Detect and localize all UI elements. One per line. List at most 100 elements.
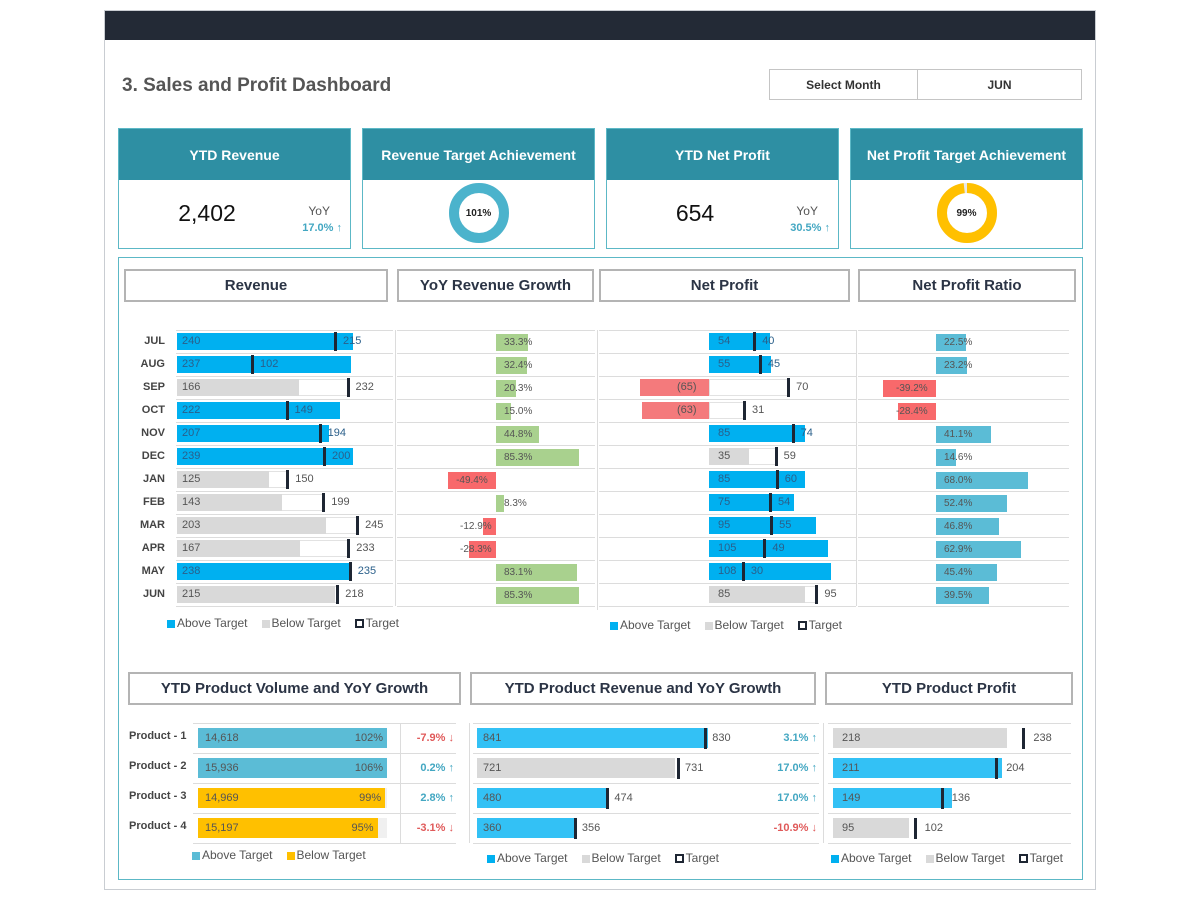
legend-above: Above Target	[192, 848, 273, 862]
row-separator	[176, 422, 393, 423]
revenue-target-marker	[348, 562, 352, 581]
net-profit-target-marker	[758, 355, 762, 374]
row-separator	[193, 843, 456, 844]
net-profit-target-value: 60	[784, 473, 798, 485]
net-profit-value: 85	[718, 427, 731, 439]
revenue-target-marker	[250, 355, 254, 374]
row-separator	[599, 445, 856, 446]
row-separator	[828, 753, 1071, 754]
revenue-target-value: 194	[327, 427, 346, 439]
product-revenue-value: 360	[483, 822, 502, 834]
row-separator	[397, 422, 595, 423]
revenue-target-value: 199	[331, 496, 350, 508]
net-profit-target-value: 49	[772, 542, 785, 554]
month-label: MAR	[139, 519, 165, 531]
row-separator	[397, 445, 595, 446]
legend-below: Below Target	[925, 851, 1005, 865]
row-separator	[858, 330, 1069, 331]
net-profit-target-marker	[753, 332, 757, 351]
row-separator	[176, 606, 393, 607]
top-bar	[105, 11, 1095, 40]
net-profit-ratio-label: 45.4%	[944, 567, 973, 578]
product-profit-target-value: 238	[1033, 732, 1052, 744]
net-profit-value: 108	[718, 565, 737, 577]
legend-below: Below Target	[581, 851, 661, 865]
net-profit-ratio-label: 62.9%	[944, 544, 973, 555]
revenue-target-marker	[285, 401, 289, 420]
net-profit-target-marker	[770, 516, 774, 535]
net-profit-target-value: 74	[800, 427, 813, 439]
product-revenue-target-value: 356	[581, 822, 601, 834]
row-separator	[858, 468, 1069, 469]
month-selector[interactable]: Select Month JUN	[769, 69, 1082, 100]
section-title-product-profit: YTD Product Profit	[825, 672, 1073, 705]
kpi-yoy-label: YoY	[796, 204, 818, 218]
product-volume-yoy: -3.1% ↓	[416, 822, 454, 834]
legend-below: Below Target	[704, 618, 784, 632]
row-separator	[858, 537, 1069, 538]
net-profit-value: (65)	[677, 381, 697, 393]
product-revenue-bar	[477, 728, 709, 748]
row-separator	[599, 560, 856, 561]
section-title-net-profit: Net Profit	[599, 269, 850, 302]
revenue-target-value: 200	[332, 450, 351, 462]
row-separator	[176, 399, 393, 400]
revenue-target-marker	[334, 332, 338, 351]
legend-above: Above Target	[610, 618, 691, 632]
month-selector-value[interactable]: JUN	[918, 70, 1081, 99]
row-separator	[858, 376, 1069, 377]
net-profit-target-track	[709, 402, 745, 419]
product-profit-target-marker	[995, 758, 999, 779]
net-profit-target-marker	[815, 585, 819, 604]
net-profit-value: 95	[718, 519, 731, 531]
month-label: JAN	[142, 473, 165, 485]
yoy-growth-label: -28.3%	[460, 544, 492, 555]
product-profit-target-marker	[940, 788, 944, 809]
product-revenue-value: 480	[483, 792, 502, 804]
month-label: JUN	[142, 588, 165, 600]
kpi-title: YTD Revenue	[119, 129, 350, 180]
revenue-target-value: 233	[356, 542, 375, 554]
product-profit-value: 149	[842, 792, 861, 804]
row-separator	[397, 399, 595, 400]
row-separator	[599, 606, 856, 607]
row-separator	[473, 813, 819, 814]
revenue-value: 238	[182, 565, 201, 577]
revenue-target-value: 218	[345, 588, 364, 600]
kpi-ytd-net-profit: YTD Net Profit 654 YoY 30.5% ↑	[606, 128, 839, 249]
revenue-value: 222	[182, 404, 201, 416]
net-profit-ratio-label: 39.5%	[944, 590, 973, 601]
kpi-value: 2,402	[178, 200, 236, 226]
row-separator	[828, 723, 1071, 724]
yoy-growth-label: 83.1%	[504, 567, 533, 578]
product-volume-value: 15,936	[205, 762, 239, 774]
product-revenue-yoy: -10.9% ↓	[773, 822, 817, 834]
row-separator	[193, 723, 456, 724]
product-volume-value: 15,197	[205, 822, 239, 834]
product-revenue-yoy: 3.1% ↑	[783, 732, 817, 744]
section-title-product-revenue: YTD Product Revenue and YoY Growth	[470, 672, 816, 705]
row-separator	[397, 468, 595, 469]
revenue-target-value: 245	[365, 519, 384, 531]
donut-label: 99%	[956, 207, 977, 219]
section-title-revenue: Revenue	[124, 269, 388, 302]
net-profit-ratio-label: 41.1%	[944, 429, 973, 440]
revenue-value: 166	[182, 381, 201, 393]
legend-target: Target	[797, 618, 842, 632]
month-label: NOV	[141, 427, 165, 439]
row-separator	[176, 376, 393, 377]
section-title-yoy-growth: YoY Revenue Growth	[397, 269, 594, 302]
yoy-growth-label: 15.0%	[504, 406, 533, 417]
net-profit-value: 85	[718, 473, 731, 485]
net-profit-ratio-label: 68.0%	[944, 475, 973, 486]
net-profit-target-value: 70	[796, 381, 809, 393]
row-separator	[828, 813, 1071, 814]
row-separator	[828, 783, 1071, 784]
row-separator	[193, 753, 456, 754]
month-label: MAY	[141, 565, 165, 577]
legend-below: Below Target	[286, 848, 366, 862]
net-profit-value: 54	[718, 335, 731, 347]
net-profit-target-value: 54	[778, 496, 791, 508]
revenue-value: 215	[182, 588, 201, 600]
charts-panel: Revenue YoY Revenue Growth Net Profit Ne…	[118, 257, 1083, 880]
